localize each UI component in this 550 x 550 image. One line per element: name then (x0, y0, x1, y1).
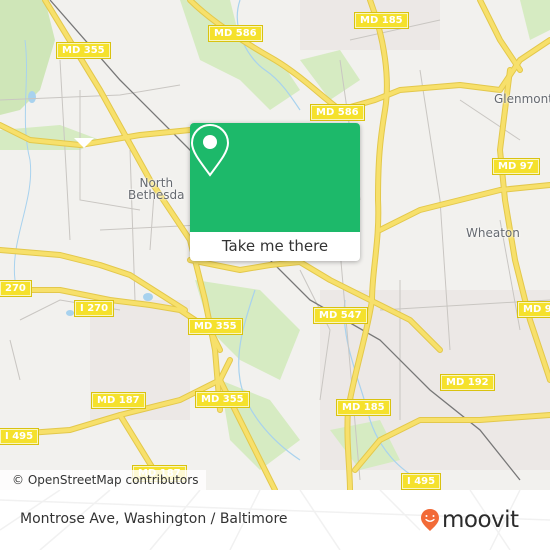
place-label-north-bethesda: North Bethesda (128, 177, 185, 201)
road-label: I 495 (0, 428, 40, 445)
road-label: I 270 (73, 300, 115, 317)
map-pin-icon (190, 123, 230, 177)
take-me-there-button[interactable]: Take me there (190, 232, 360, 261)
road-label: I 495 (400, 473, 442, 490)
road-label: MD 185 (336, 399, 391, 416)
road-label: MD 355 (56, 42, 111, 59)
road-label: MD 586 (208, 25, 263, 42)
location-popup: Take me there (190, 123, 360, 261)
map[interactable]: North Bethesda Glenmont Wheaton MD 355 M… (0, 0, 550, 490)
footer: Montrose Ave, Washington / Baltimore moo… (0, 490, 550, 550)
location-title: Montrose Ave, Washington / Baltimore (20, 511, 288, 527)
place-label-wheaton: Wheaton (466, 226, 520, 240)
road-label: MD 97 (492, 158, 540, 175)
moovit-wordmark: moovit (442, 507, 519, 533)
road-label: MD 192 (440, 374, 495, 391)
road-label: MD 9 (517, 301, 550, 318)
moovit-pin-icon (421, 509, 439, 531)
road-label: MD 355 (188, 318, 243, 335)
road-label: MD 187 (91, 392, 146, 409)
road-label: MD 586 (310, 104, 365, 121)
road-label: MD 185 (354, 12, 409, 29)
popup-header (190, 123, 360, 232)
map-attribution[interactable]: © OpenStreetMap contributors (0, 470, 207, 490)
place-label-line: Bethesda (128, 188, 185, 202)
road-label: MD 547 (313, 307, 368, 324)
popup-pointer (74, 138, 94, 148)
road-label: MD 355 (195, 391, 250, 408)
road-label: 270 (0, 280, 32, 297)
place-label-glenmont: Glenmont (494, 92, 550, 106)
